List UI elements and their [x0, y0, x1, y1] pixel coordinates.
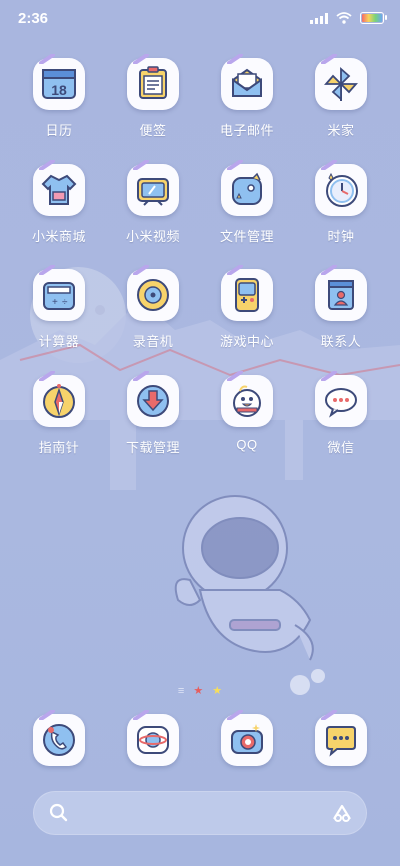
app-label: 便签	[139, 123, 167, 138]
dock-phone[interactable]	[12, 710, 106, 766]
app-label: 小米商城	[31, 229, 86, 244]
svg-text:+: +	[52, 297, 58, 308]
app-contacts[interactable]: 联系人	[294, 265, 388, 350]
browser-planet-icon	[127, 710, 179, 766]
qq-penguin-icon	[221, 371, 273, 427]
app-email[interactable]: 电子邮件	[200, 54, 294, 139]
app-game-center[interactable]: 游戏中心	[200, 265, 294, 350]
email-icon	[221, 54, 273, 110]
dock-messages[interactable]	[294, 710, 388, 766]
app-label: 联系人	[320, 334, 362, 349]
app-label: 日历	[45, 123, 73, 138]
app-label: 微信	[327, 440, 355, 455]
wechat-icon	[315, 371, 367, 427]
cellular-signal-icon	[310, 12, 328, 24]
app-notes[interactable]: 便签	[106, 54, 200, 139]
status-icons	[310, 10, 387, 26]
recorder-icon	[127, 265, 179, 321]
app-qq[interactable]: QQ	[200, 371, 294, 452]
folder-icon	[221, 160, 273, 216]
app-label: 录音机	[132, 334, 174, 349]
contacts-icon	[315, 265, 367, 321]
app-recorder[interactable]: 录音机	[106, 265, 200, 350]
calendar-icon: 18	[33, 54, 85, 110]
wifi-icon	[336, 12, 352, 24]
clock-icon	[315, 160, 367, 216]
compass-icon	[33, 371, 85, 427]
app-label: 下载管理	[125, 440, 180, 455]
calculator-icon: + ÷	[33, 265, 85, 321]
app-label: 计算器	[38, 334, 80, 349]
svg-text:÷: ÷	[62, 297, 68, 308]
app-wechat[interactable]: 微信	[294, 371, 388, 456]
app-calendar[interactable]: 18 日历	[12, 54, 106, 139]
app-mi-store[interactable]: 小米商城	[12, 160, 106, 245]
app-label: 小米视频	[125, 229, 180, 244]
tv-icon	[127, 160, 179, 216]
app-label: QQ	[236, 437, 258, 452]
dock-camera[interactable]	[200, 710, 294, 766]
app-label: 电子邮件	[219, 123, 274, 138]
app-download-manager[interactable]: 下载管理	[106, 371, 200, 456]
search-bar[interactable]	[33, 791, 367, 835]
page-indicator[interactable]: ≡ ★ ★	[0, 684, 400, 697]
app-clock[interactable]: 时钟	[294, 160, 388, 245]
download-icon	[127, 371, 179, 427]
app-mi-video[interactable]: 小米视频	[106, 160, 200, 245]
gameboy-icon	[221, 265, 273, 321]
app-label: 指南针	[38, 440, 80, 455]
page-indicator-star-red-icon: ★	[193, 685, 204, 697]
search-icon	[49, 803, 68, 822]
messages-icon	[315, 710, 367, 766]
app-label: 游戏中心	[219, 334, 274, 349]
phone-icon	[33, 710, 85, 766]
status-bar: 2:36	[0, 0, 400, 36]
page-indicator-menu-icon: ≡	[177, 685, 185, 697]
battery-icon	[360, 12, 387, 24]
app-label: 时钟	[327, 229, 355, 244]
app-calculator[interactable]: + ÷ 计算器	[12, 265, 106, 350]
app-label: 米家	[327, 123, 355, 138]
status-time: 2:36	[18, 10, 49, 27]
shirt-icon	[33, 160, 85, 216]
page-indicator-star-yellow-icon: ★	[212, 685, 223, 697]
app-mijia[interactable]: 米家	[294, 54, 388, 139]
app-label: 文件管理	[219, 229, 274, 244]
assistant-icon[interactable]	[331, 803, 353, 823]
camera-icon	[221, 710, 273, 766]
dock-browser[interactable]	[106, 710, 200, 766]
notes-icon	[127, 54, 179, 110]
pinwheel-icon	[315, 54, 367, 110]
app-file-manager[interactable]: 文件管理	[200, 160, 294, 245]
app-compass[interactable]: 指南针	[12, 371, 106, 456]
calendar-day: 18	[51, 82, 67, 98]
